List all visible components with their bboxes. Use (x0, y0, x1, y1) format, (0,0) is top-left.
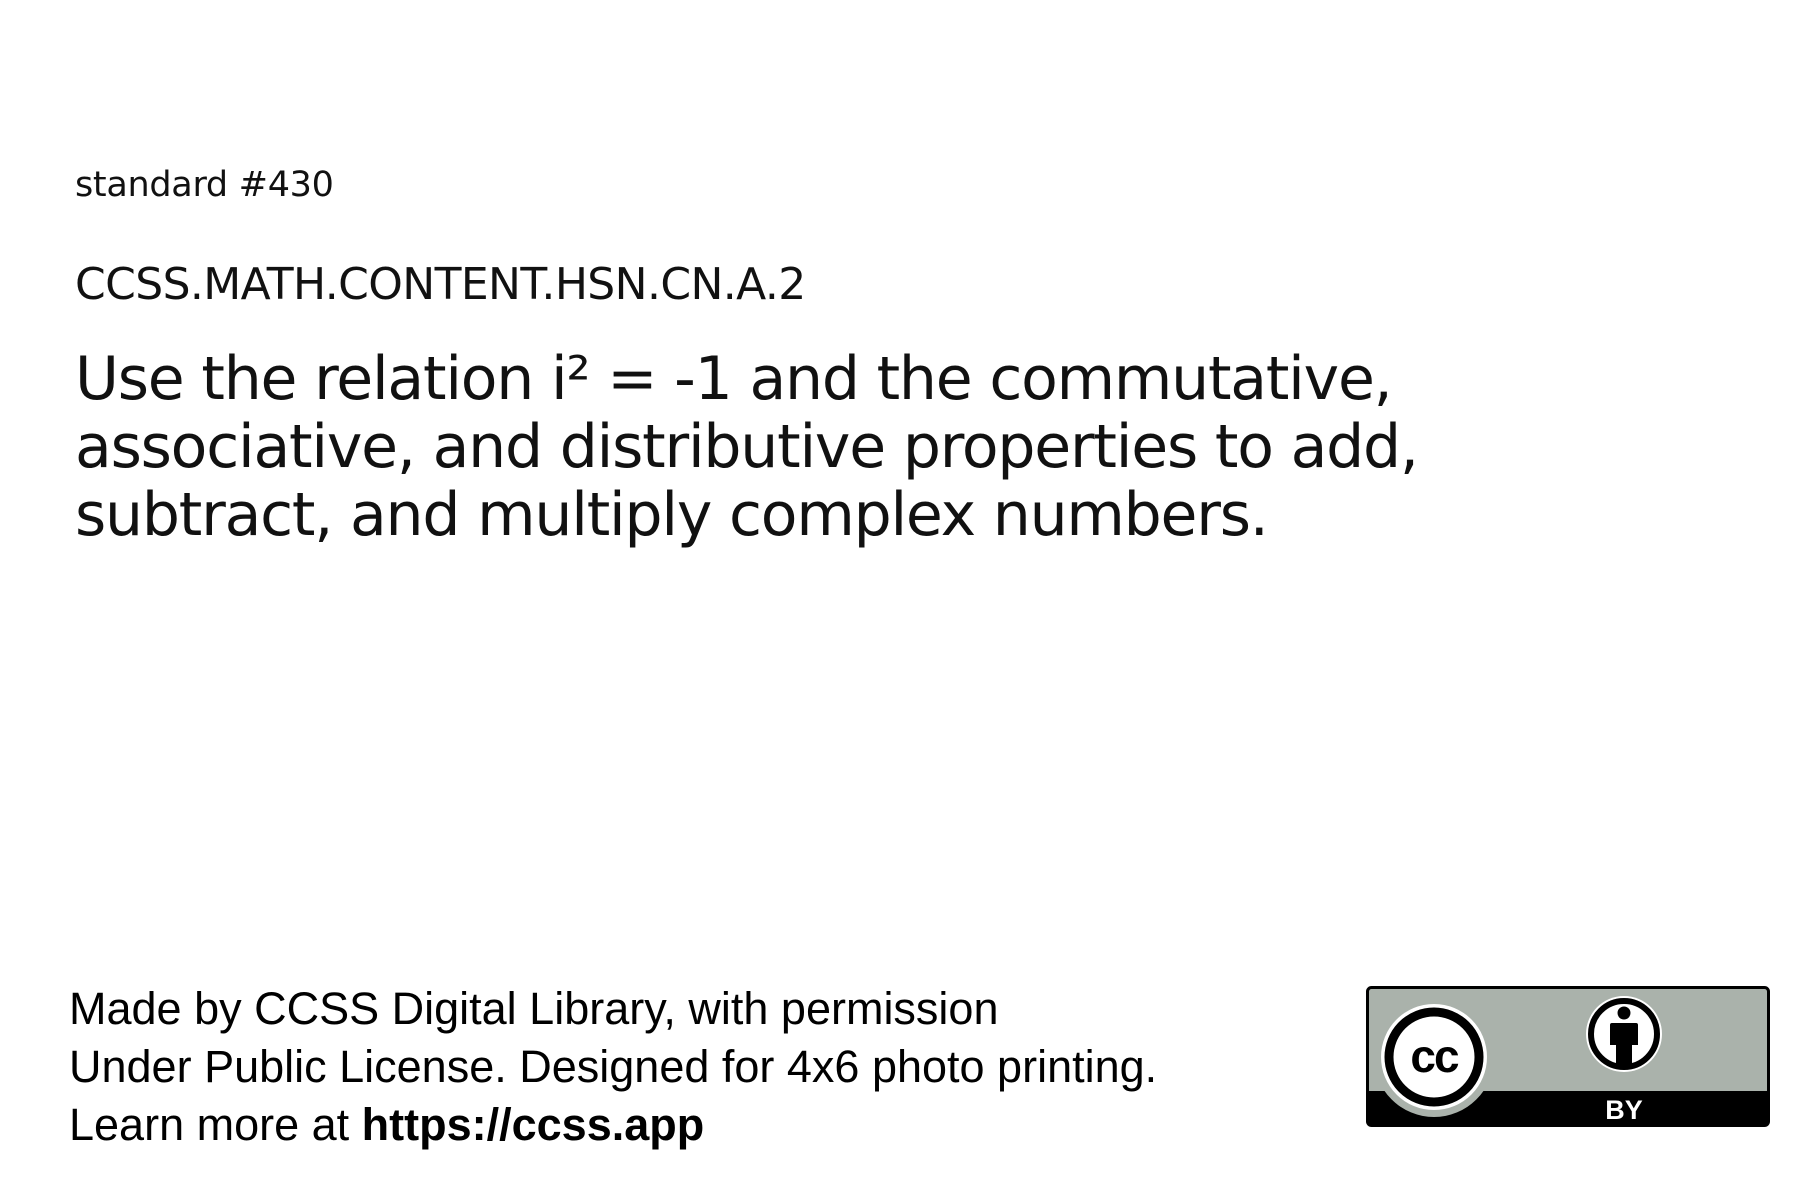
learn-more-prefix: Learn more at (69, 1099, 362, 1150)
standard-description-line: subtract, and multiply complex numbers. (75, 480, 1269, 550)
cc-label: cc (1410, 1030, 1459, 1082)
attribution-person-icon (1586, 996, 1662, 1072)
cc-icon: cc (1381, 1004, 1487, 1110)
by-label: BY (1605, 1095, 1643, 1125)
standard-description-line: associative, and distributive properties… (75, 412, 1419, 482)
standard-description-line: Use the relation i² = -1 and the commuta… (75, 344, 1393, 414)
footer-credits: Made by CCSS Digital Library, with permi… (69, 980, 1157, 1154)
standard-code: CCSS.MATH.CONTENT.HSN.CN.A.2 (75, 259, 806, 310)
footer-credit-line: Made by CCSS Digital Library, with permi… (69, 983, 999, 1034)
standard-description: Use the relation i² = -1 and the commuta… (75, 345, 1515, 549)
cc-by-license-badge: cc BY (1366, 986, 1770, 1127)
footer-license-line: Under Public License. Designed for 4x6 p… (69, 1041, 1158, 1092)
ccss-app-link[interactable]: https://ccss.app (362, 1099, 705, 1150)
standard-number: standard #430 (75, 165, 334, 205)
footer-learn-more-line: Learn more at https://ccss.app (69, 1096, 1157, 1154)
